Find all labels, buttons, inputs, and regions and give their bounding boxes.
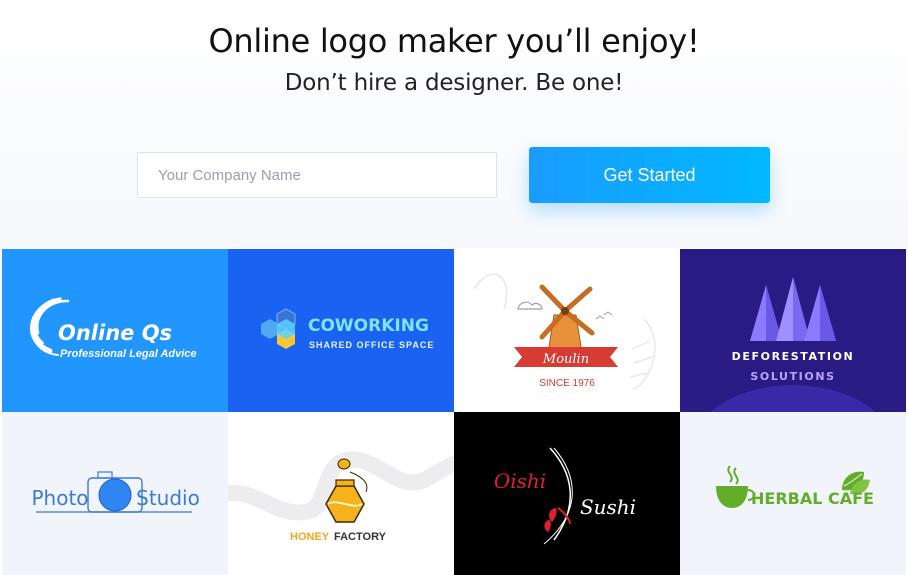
logo-tile-herbal-cafe[interactable]: HERBAL CAFE — [680, 412, 906, 575]
logo-name: Online Qs — [58, 321, 173, 345]
company-name-input[interactable] — [137, 152, 497, 198]
forest-icon — [710, 277, 876, 412]
page-title: Online logo maker you’ll enjoy! — [208, 22, 700, 60]
logo-name: COWORKING — [308, 316, 429, 336]
logo-tile-deforestation[interactable]: Deforestation Solutions — [680, 249, 906, 412]
logo-tile-photo-studio[interactable]: Photo Studio — [2, 412, 228, 575]
logo-tile-moulin[interactable]: Moulin SINCE 1976 — [454, 249, 680, 412]
logo-tagline: SHARED OFFICE SPACE — [309, 340, 435, 350]
logo-tagline: FACTORY — [334, 531, 386, 543]
logo-gallery: Online Qs Professional Legal Advice COWO… — [2, 249, 906, 575]
logo-tagline: Solutions — [750, 370, 836, 383]
logo-name: HONEY — [290, 531, 330, 543]
honey-jar-icon — [228, 451, 454, 523]
get-started-button[interactable]: Get Started — [529, 147, 770, 203]
logo-tile-online-qs[interactable]: Online Qs Professional Legal Advice — [2, 249, 228, 412]
logo-name: Photo — [31, 486, 88, 510]
logo-tile-honey-factory[interactable]: HONEY FACTORY — [228, 412, 454, 575]
page-subtitle: Don’t hire a designer. Be one! — [284, 70, 624, 96]
logo-name: Deforestation — [731, 350, 855, 363]
logo-name: Moulin — [542, 352, 589, 367]
logo-tile-oishi-sushi[interactable]: Oishi Sushi — [454, 412, 680, 575]
logo-tagline: SINCE 1976 — [539, 378, 595, 389]
logo-tagline: Sushi — [580, 495, 636, 519]
camera-icon: Photo Studio — [31, 471, 200, 513]
logo-tagline: Professional Legal Advice — [60, 348, 197, 360]
logo-tagline: Studio — [136, 486, 200, 510]
logo-name: Oishi — [494, 469, 546, 493]
chopsticks-icon: Oishi Sushi — [494, 447, 636, 545]
logo-tile-coworking[interactable]: COWORKING SHARED OFFICE SPACE — [228, 249, 454, 412]
hero-section: Online logo maker you’ll enjoy! Don’t hi… — [0, 0, 908, 248]
logo-name: HERBAL CAFE — [751, 489, 874, 508]
